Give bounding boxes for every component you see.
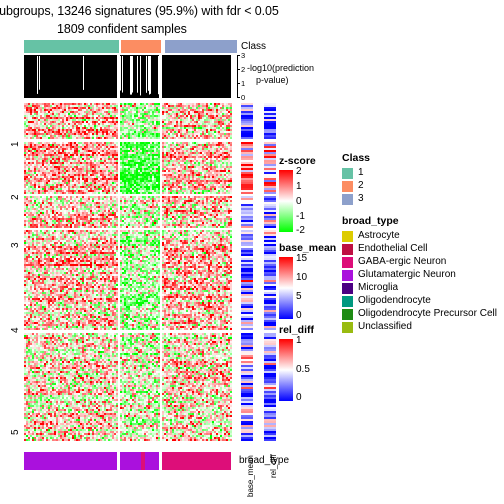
legend-z-score-tick-1: 1	[296, 181, 302, 192]
legend-broad-type-label: Astrocyte	[358, 230, 400, 242]
legend-base-mean-tick-0: 15	[296, 253, 308, 264]
legend-broad-type-label: GABA-ergic Neuron	[358, 256, 447, 268]
class-track-block-3[interactable]	[165, 40, 237, 53]
legend-rel-diff: rel_diff 1 0.5 0	[279, 324, 314, 403]
barplot-label-line2: p-value)	[256, 75, 289, 85]
barplot-tick-3: 3	[241, 51, 246, 60]
legend-broad-type-item[interactable]: Endothelial Cell	[342, 243, 497, 256]
legend-broad-type: broad_type Astrocyte Endothelial Cell GABA…	[342, 215, 497, 334]
legend-class: Class 123	[342, 152, 370, 206]
legend-class-item[interactable]: 1	[342, 167, 370, 180]
row-label-4: 4	[10, 327, 21, 333]
legend-broad-type-item[interactable]: Microglia	[342, 282, 497, 295]
legend-broad-type-item[interactable]: GABA-ergic Neuron	[342, 256, 497, 269]
legend-z-score-tick-4: -2	[296, 225, 305, 236]
legend-base-mean-title: base_mean	[279, 242, 337, 254]
barplot-label-line1: -log10(prediction	[247, 63, 315, 73]
legend-base-mean-gradient	[279, 257, 293, 319]
row-label-3: 3	[10, 242, 21, 248]
legend-base-mean-tick-1: 10	[296, 272, 308, 283]
barplot-axis: 3 2 1 0	[237, 51, 249, 102]
legend-class-title: Class	[342, 152, 371, 164]
legend-broad-type-item[interactable]: Unclassified	[342, 321, 497, 334]
class-track-block-1[interactable]	[24, 40, 119, 53]
class-track	[24, 40, 237, 53]
class-track-block-2[interactable]	[121, 40, 161, 53]
legend-broad-type-item[interactable]: Oligodendrocyte Precursor Cell	[342, 308, 497, 321]
broad-type-annotation-track[interactable]	[24, 452, 237, 470]
legend-class-label: 1	[358, 167, 364, 179]
row-label-2: 2	[10, 194, 21, 200]
base-mean-annotation-column[interactable]	[241, 103, 253, 448]
legend-broad-type-swatch-icon	[342, 308, 353, 320]
barplot-tick-1: 1	[241, 79, 246, 88]
legend-broad-type-swatch-icon	[342, 269, 353, 281]
legend-rel-diff-tick-0: 1	[296, 335, 302, 346]
legend-broad-type-swatch-icon	[342, 256, 353, 268]
page-title: subgroups, 13246 signatures (95.9%) with…	[0, 4, 279, 18]
page-subtitle: 1809 confident samples	[57, 22, 187, 36]
legend-broad-type-swatch-icon	[342, 321, 353, 333]
legend-broad-type-swatch-icon	[342, 243, 353, 255]
legend-base-mean-tick-3: 0	[296, 310, 302, 321]
legend-class-swatch-icon	[342, 167, 353, 179]
legend-base-mean: base_mean 15 10 5 0	[279, 242, 337, 321]
legend-broad-type-items: Astrocyte Endothelial Cell GABA-ergic Neur…	[342, 230, 497, 334]
row-label-group: 1 2 3 4 5	[0, 105, 21, 448]
legend-broad-type-item[interactable]: Glutamatergic Neuron	[342, 269, 497, 282]
legend-class-label: 3	[358, 193, 364, 205]
legend-broad-type-label: Unclassified	[358, 321, 412, 333]
legend-class-item[interactable]: 3	[342, 193, 370, 206]
rel-diff-annotation-column[interactable]	[264, 103, 276, 448]
legend-z-score: z-score 2 1 0 -1 -2	[279, 155, 316, 236]
legend-broad-type-label: Endothelial Cell	[358, 243, 428, 255]
broad-type-track-label: broad_type	[239, 455, 290, 466]
legend-broad-type-title: broad_type	[342, 215, 399, 227]
legend-z-score-tick-3: -1	[296, 211, 305, 222]
legend-base-mean-tick-2: 5	[296, 291, 302, 302]
legend-class-items: 123	[342, 167, 370, 206]
legend-class-swatch-icon	[342, 180, 353, 192]
legend-broad-type-swatch-icon	[342, 282, 353, 294]
barplot-tick-2: 2	[241, 65, 246, 74]
legend-z-score-tick-0: 2	[296, 166, 302, 177]
row-label-5: 5	[10, 429, 21, 435]
legend-broad-type-item[interactable]: Astrocyte	[342, 230, 497, 243]
legend-rel-diff-gradient	[279, 339, 293, 401]
legend-broad-type-item[interactable]: Oligodendrocyte	[342, 295, 497, 308]
legend-z-score-gradient	[279, 170, 293, 232]
legend-broad-type-label: Glutamatergic Neuron	[358, 269, 456, 281]
legend-class-label: 2	[358, 180, 364, 192]
legend-broad-type-swatch-icon	[342, 295, 353, 307]
legend-class-swatch-icon	[342, 193, 353, 205]
legend-rel-diff-tick-2: 0	[296, 392, 302, 403]
prediction-pvalue-barplot	[24, 55, 237, 98]
legend-rel-diff-tick-1: 0.5	[296, 364, 310, 375]
row-label-1: 1	[10, 141, 21, 147]
legend-broad-type-swatch-icon	[342, 230, 353, 242]
legend-broad-type-label: Microglia	[358, 282, 399, 294]
legend-class-item[interactable]: 2	[342, 180, 370, 193]
legend-broad-type-label: Oligodendrocyte Precursor Cell	[358, 308, 497, 320]
legend-broad-type-label: Oligodendrocyte	[358, 295, 431, 307]
barplot-tick-0: 0	[241, 93, 246, 102]
main-heatmap[interactable]	[24, 103, 237, 448]
legend-z-score-tick-2: 0	[296, 196, 302, 207]
